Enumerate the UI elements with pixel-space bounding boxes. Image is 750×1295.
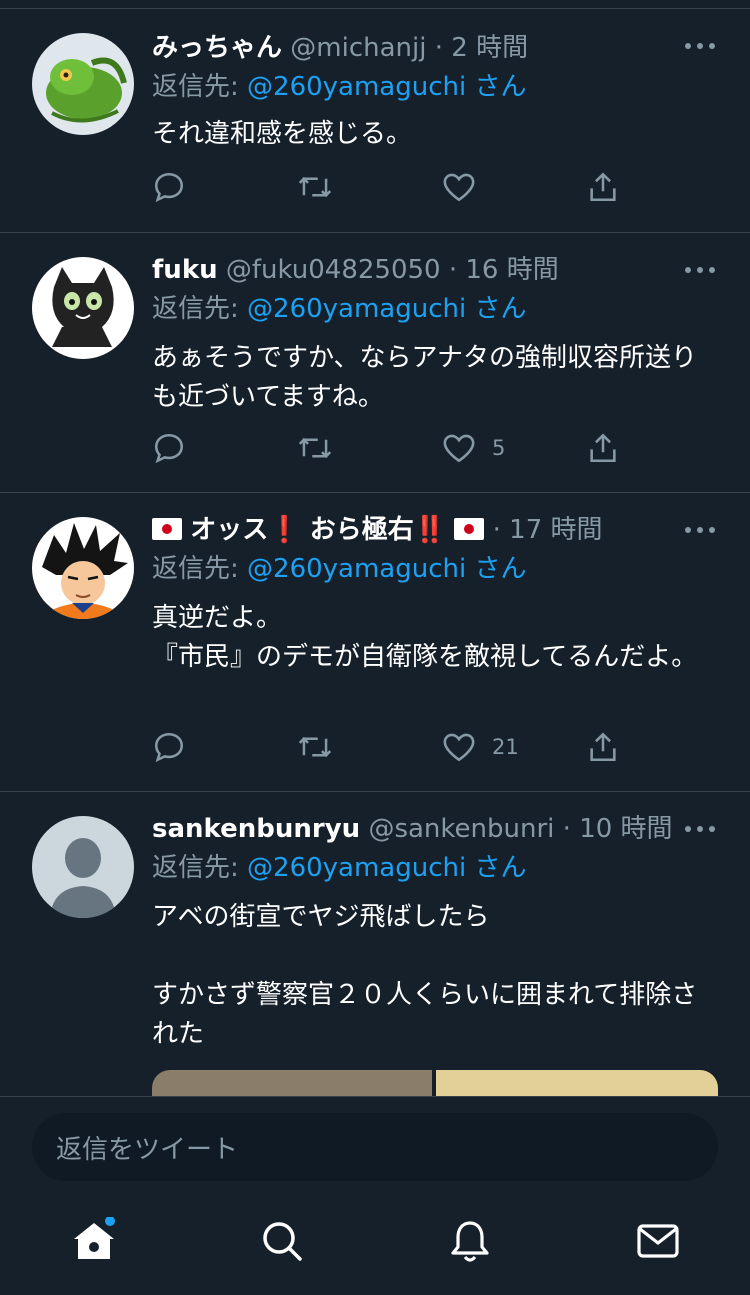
- bottom-bar: 返信をツイート: [0, 1096, 750, 1295]
- like-button[interactable]: [442, 169, 492, 205]
- tweet-actions: 5: [152, 430, 632, 466]
- reply-label: 返信先:: [152, 554, 248, 584]
- display-name-part[interactable]: オッス: [190, 515, 268, 545]
- tweet-text: あぁそうですか、ならアナタの強制収容所送りも近づいてますね。: [152, 343, 697, 412]
- retweet-icon: [298, 437, 332, 459]
- reply-button[interactable]: [152, 169, 186, 205]
- tweet-actions: 21: [152, 729, 632, 765]
- reply-placeholder: 返信をツイート: [56, 1134, 239, 1165]
- reply-suffix: さん: [466, 72, 527, 102]
- separator-dot: ·: [562, 814, 571, 844]
- timestamp[interactable]: 2 時間: [451, 33, 528, 63]
- handle[interactable]: @sankenbunri: [368, 814, 554, 844]
- share-icon: [590, 172, 616, 202]
- retweet-icon: [298, 736, 332, 758]
- media-image-right[interactable]: [436, 1070, 718, 1096]
- display-name[interactable]: fuku: [152, 255, 218, 285]
- tweet[interactable]: オッス❗ おら極右‼️ · 17 時間 返信先: @260yamaguchi さ…: [0, 493, 750, 792]
- retweet-button[interactable]: [297, 430, 333, 466]
- exclamation-icon: ❗: [268, 515, 301, 545]
- tweet-header: オッス❗ おら極右‼️ · 17 時間: [152, 515, 603, 545]
- japan-flag-icon: [454, 518, 485, 540]
- like-button[interactable]: 21: [442, 729, 519, 765]
- separator-dot: ·: [434, 33, 443, 63]
- tweet[interactable]: fuku @fuku04825050 · 16 時間 返信先: @260yama…: [0, 233, 750, 493]
- reply-input[interactable]: 返信をツイート: [32, 1113, 718, 1181]
- media-image-left[interactable]: [152, 1070, 432, 1096]
- display-name[interactable]: みっちゃん: [152, 33, 282, 63]
- reply-icon: [154, 732, 184, 763]
- reply-suffix: さん: [466, 294, 527, 324]
- like-button[interactable]: 5: [442, 430, 505, 466]
- share-button[interactable]: [586, 169, 620, 205]
- heart-icon: [443, 733, 475, 762]
- display-name[interactable]: sankenbunryu: [152, 814, 360, 844]
- retweet-button[interactable]: [297, 169, 333, 205]
- share-icon: [590, 732, 616, 762]
- search-icon[interactable]: [258, 1217, 306, 1265]
- tweet[interactable]: sankenbunryu @sankenbunri · 10 時間 返信先: @…: [0, 792, 750, 1096]
- reply-context: 返信先: @260yamaguchi さん: [152, 853, 526, 883]
- home-icon[interactable]: [70, 1217, 118, 1265]
- timestamp[interactable]: 10 時間: [579, 814, 672, 844]
- retweet-icon: [298, 176, 332, 198]
- handle[interactable]: @fuku04825050: [226, 255, 441, 285]
- avatar[interactable]: [32, 816, 134, 918]
- more-options-icon[interactable]: [684, 525, 716, 535]
- tweet-header: fuku @fuku04825050 · 16 時間: [152, 255, 559, 285]
- reply-mention[interactable]: @260yamaguchi: [247, 554, 466, 584]
- more-options-icon[interactable]: [684, 824, 716, 834]
- tweet-header: みっちゃん @michanjj · 2 時間: [152, 33, 528, 63]
- reply-label: 返信先:: [152, 72, 248, 102]
- reply-mention[interactable]: @260yamaguchi: [247, 853, 466, 883]
- retweet-button[interactable]: [297, 729, 333, 765]
- notifications-icon[interactable]: [446, 1217, 494, 1265]
- tweet-text: それ違和感を感じる。: [152, 119, 413, 149]
- japan-flag-icon: [152, 518, 182, 540]
- heart-icon: [443, 173, 475, 202]
- reply-button[interactable]: [152, 729, 186, 765]
- reply-button[interactable]: [152, 430, 186, 466]
- reply-mention[interactable]: @260yamaguchi: [247, 72, 466, 102]
- avatar[interactable]: [32, 33, 134, 135]
- double-exclamation-icon: ‼️: [413, 515, 447, 545]
- timeline: みっちゃん @michanjj · 2 時間 返信先: @260yamaguch…: [0, 0, 750, 1096]
- reply-mention[interactable]: @260yamaguchi: [247, 294, 466, 324]
- avatar[interactable]: [32, 257, 134, 359]
- share-button[interactable]: [586, 729, 620, 765]
- share-button[interactable]: [586, 430, 620, 466]
- reply-suffix: さん: [466, 554, 527, 584]
- reply-context: 返信先: @260yamaguchi さん: [152, 72, 526, 102]
- heart-icon: [443, 434, 475, 463]
- timestamp[interactable]: 17 時間: [509, 515, 602, 545]
- tweet-actions: [152, 169, 632, 205]
- reply-suffix: さん: [466, 853, 527, 883]
- reply-label: 返信先:: [152, 294, 248, 324]
- share-icon: [590, 433, 616, 463]
- more-options-icon[interactable]: [684, 265, 716, 275]
- handle[interactable]: @michanjj: [290, 33, 426, 63]
- like-count: 5: [492, 436, 506, 460]
- reply-context: 返信先: @260yamaguchi さん: [152, 554, 526, 584]
- reply-label: 返信先:: [152, 853, 248, 883]
- reply-icon: [154, 172, 184, 203]
- separator-dot: ·: [448, 255, 458, 285]
- tweet-media[interactable]: [152, 1070, 718, 1096]
- tweet[interactable]: みっちゃん @michanjj · 2 時間 返信先: @260yamaguch…: [0, 9, 750, 233]
- avatar[interactable]: [32, 517, 134, 619]
- more-options-icon[interactable]: [684, 41, 716, 51]
- display-name-part[interactable]: おら極右: [301, 515, 414, 545]
- like-count: 21: [492, 735, 519, 759]
- timestamp[interactable]: 16 時間: [465, 255, 558, 285]
- reply-icon: [154, 433, 184, 464]
- reply-context: 返信先: @260yamaguchi さん: [152, 294, 526, 324]
- messages-icon[interactable]: [634, 1217, 682, 1265]
- separator-dot: ·: [492, 515, 501, 545]
- tweet-header: sankenbunryu @sankenbunri · 10 時間: [152, 814, 673, 844]
- notification-dot: [105, 1217, 115, 1226]
- tweet-text: 真逆だよ。 『市民』のデモが自衛隊を敵視してるんだよ。: [152, 603, 698, 672]
- tweet-text: アベの街宣でヤジ飛ばしたら すかさず警察官２０人くらいに囲まれて排除された: [152, 902, 698, 1049]
